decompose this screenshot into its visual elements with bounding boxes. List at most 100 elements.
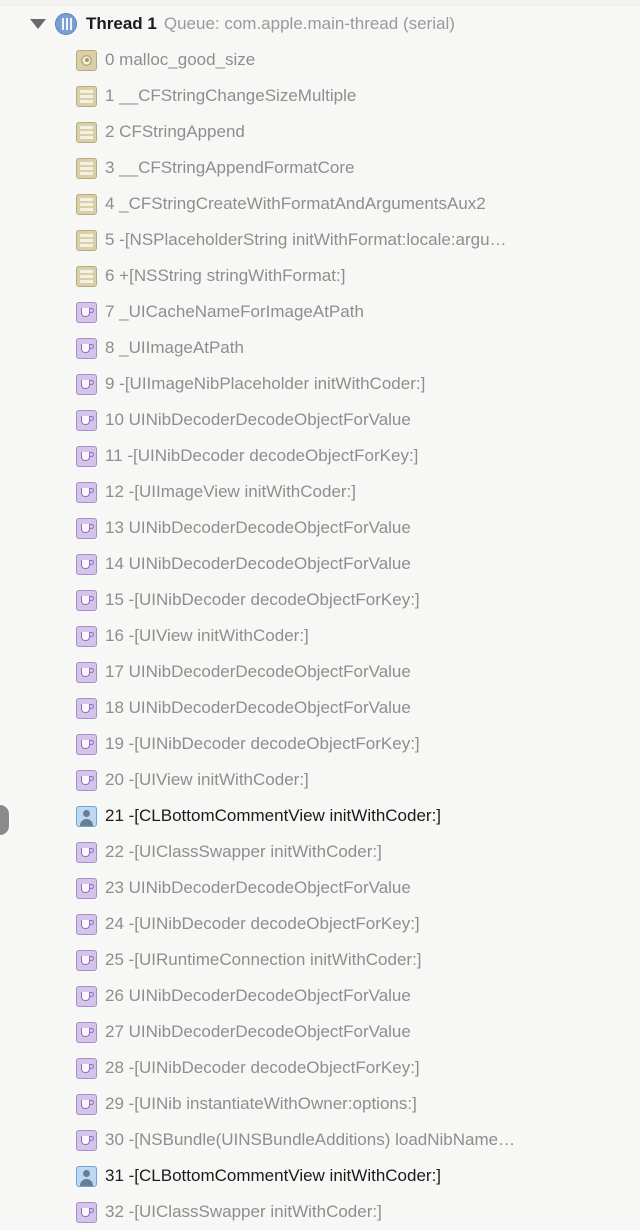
stack-frame-list: 0 malloc_good_size 1 __CFStringChangeSize… [0,42,640,1230]
stack-frame-row[interactable]: 20 -[UIView initWithCoder:] [0,762,640,798]
debug-navigator-stack-list: Thread 1 Queue: com.apple.main-thread (s… [0,6,640,1226]
stack-frame-row[interactable]: 8 _UIImageAtPath [0,330,640,366]
thread-header-row[interactable]: Thread 1 Queue: com.apple.main-thread (s… [0,6,640,42]
stack-frame-label: 13 UINibDecoderDecodeObjectForValue [105,518,411,537]
icon-glyph [81,415,94,425]
stack-frame-row[interactable]: 6 +[NSString stringWithFormat:] [0,258,640,294]
stack-frame-label: 14 UINibDecoderDecodeObjectForValue [105,554,411,573]
icon-glyph [81,739,94,749]
stack-frame-row[interactable]: 21 -[CLBottomCommentView initWithCoder:] [0,798,640,834]
list-icon [76,121,97,143]
stack-frame-row[interactable]: 1 __CFStringChangeSizeMultiple [0,78,640,114]
stack-frame-label: 28 -[UINibDecoder decodeObjectForKey:] [105,1058,420,1077]
stack-frame-row[interactable]: 25 -[UIRuntimeConnection initWithCoder:] [0,942,640,978]
stack-frame-row[interactable]: 26 UINibDecoderDecodeObjectForValue [0,978,640,1014]
cup-icon [76,481,97,503]
stack-frame-label: 6 +[NSString stringWithFormat:] [105,266,346,285]
icon-glyph [81,343,94,353]
stack-frame-row[interactable]: 29 -[UINib instantiateWithOwner:options:… [0,1086,640,1122]
stack-frame-row[interactable]: 22 -[UIClassSwapper initWithCoder:] [0,834,640,870]
stack-frame-label: 9 -[UIImageNibPlaceholder initWithCoder:… [105,374,426,393]
icon-glyph [81,523,94,533]
stack-frame-row[interactable]: 0 malloc_good_size [0,42,640,78]
stack-frame-label: 23 UINibDecoderDecodeObjectForValue [105,878,411,897]
list-icon [76,229,97,251]
panel-expand-handle-icon[interactable] [0,805,9,835]
stack-frame-row[interactable]: 30 -[NSBundle(UINSBundleAdditions) loadN… [0,1122,640,1158]
list-icon [76,193,97,215]
stack-frame-row[interactable]: 23 UINibDecoderDecodeObjectForValue [0,870,640,906]
stack-frame-label: 10 UINibDecoderDecodeObjectForValue [105,410,411,429]
icon-glyph [80,197,93,211]
thread-queue-label: Queue: com.apple.main-thread (serial) [163,14,455,33]
stack-frame-row[interactable]: 27 UINibDecoderDecodeObjectForValue [0,1014,640,1050]
cup-icon [76,373,97,395]
cup-icon [76,841,97,863]
gear-icon [76,49,97,71]
stack-frame-label: 30 -[NSBundle(UINSBundleAdditions) loadN… [105,1130,516,1149]
stack-frame-row[interactable]: 2 CFStringAppend [0,114,640,150]
stack-frame-label: 18 UINibDecoderDecodeObjectForValue [105,698,411,717]
stack-frame-label: 22 -[UIClassSwapper initWithCoder:] [105,842,382,861]
icon-glyph [80,809,93,826]
stack-frame-row[interactable]: 19 -[UINibDecoder decodeObjectForKey:] [0,726,640,762]
stack-frame-row[interactable]: 10 UINibDecoderDecodeObjectForValue [0,402,640,438]
stack-frame-row[interactable]: 15 -[UINibDecoder decodeObjectForKey:] [0,582,640,618]
stack-frame-row[interactable]: 11 -[UINibDecoder decodeObjectForKey:] [0,438,640,474]
stack-frame-row[interactable]: 14 UINibDecoderDecodeObjectForValue [0,546,640,582]
stack-frame-label: 26 UINibDecoderDecodeObjectForValue [105,986,411,1005]
stack-frame-row[interactable]: 16 -[UIView initWithCoder:] [0,618,640,654]
disclosure-triangle-icon[interactable] [30,19,46,29]
cup-icon [76,1021,97,1043]
icon-glyph [81,595,94,605]
stack-frame-row[interactable]: 12 -[UIImageView initWithCoder:] [0,474,640,510]
stack-frame-row[interactable]: 7 _UICacheNameForImageAtPath [0,294,640,330]
icon-glyph [81,1063,94,1073]
stack-frame-label: 20 -[UIView initWithCoder:] [105,770,309,789]
person-icon [76,805,97,827]
cup-icon [76,1129,97,1151]
icon-glyph [81,955,94,965]
stack-frame-row[interactable]: 13 UINibDecoderDecodeObjectForValue [0,510,640,546]
cup-icon [76,697,97,719]
cup-icon [76,589,97,611]
icon-glyph [81,1135,94,1145]
stack-frame-label: 21 -[CLBottomCommentView initWithCoder:] [105,806,442,825]
cup-icon [76,445,97,467]
cup-icon [76,913,97,935]
cup-icon [76,1093,97,1115]
stack-frame-label: 0 malloc_good_size [105,50,256,69]
stack-frame-row[interactable]: 9 -[UIImageNibPlaceholder initWithCoder:… [0,366,640,402]
stack-frame-label: 7 _UICacheNameForImageAtPath [105,302,364,321]
icon-glyph [80,161,93,175]
stack-frame-label: 3 __CFStringAppendFormatCore [105,158,355,177]
stack-frame-row[interactable]: 4 _CFStringCreateWithFormatAndArgumentsA… [0,186,640,222]
stack-frame-row[interactable]: 28 -[UINibDecoder decodeObjectForKey:] [0,1050,640,1086]
cup-icon [76,733,97,755]
stack-frame-label: 29 -[UINib instantiateWithOwner:options:… [105,1094,417,1113]
stack-frame-row[interactable]: 5 -[NSPlaceholderString initWithFormat:l… [0,222,640,258]
icon-glyph [81,883,94,893]
cup-icon [76,877,97,899]
cup-icon [76,337,97,359]
stack-frame-row[interactable]: 3 __CFStringAppendFormatCore [0,150,640,186]
stack-frame-label: 8 _UIImageAtPath [105,338,244,357]
cup-icon [76,769,97,791]
stack-frame-row[interactable]: 31 -[CLBottomCommentView initWithCoder:] [0,1158,640,1194]
icon-glyph [81,559,94,569]
icon-glyph [81,991,94,1001]
stack-frame-row[interactable]: 18 UINibDecoderDecodeObjectForValue [0,690,640,726]
icon-glyph [81,667,94,677]
stack-frame-row[interactable]: 32 -[UIClassSwapper initWithCoder:] [0,1194,640,1230]
cup-icon [76,301,97,323]
stack-frame-row[interactable]: 17 UINibDecoderDecodeObjectForValue [0,654,640,690]
stack-frame-label: 12 -[UIImageView initWithCoder:] [105,482,357,501]
cup-icon [76,949,97,971]
cup-icon [76,1201,97,1223]
stack-frame-row[interactable]: 24 -[UINibDecoder decodeObjectForKey:] [0,906,640,942]
icon-glyph [81,703,94,713]
stack-frame-label: 19 -[UINibDecoder decodeObjectForKey:] [105,734,420,753]
stack-frame-label: 2 CFStringAppend [105,122,245,141]
thread-name-label: Thread 1 [86,14,157,33]
stack-frame-label: 27 UINibDecoderDecodeObjectForValue [105,1022,411,1041]
